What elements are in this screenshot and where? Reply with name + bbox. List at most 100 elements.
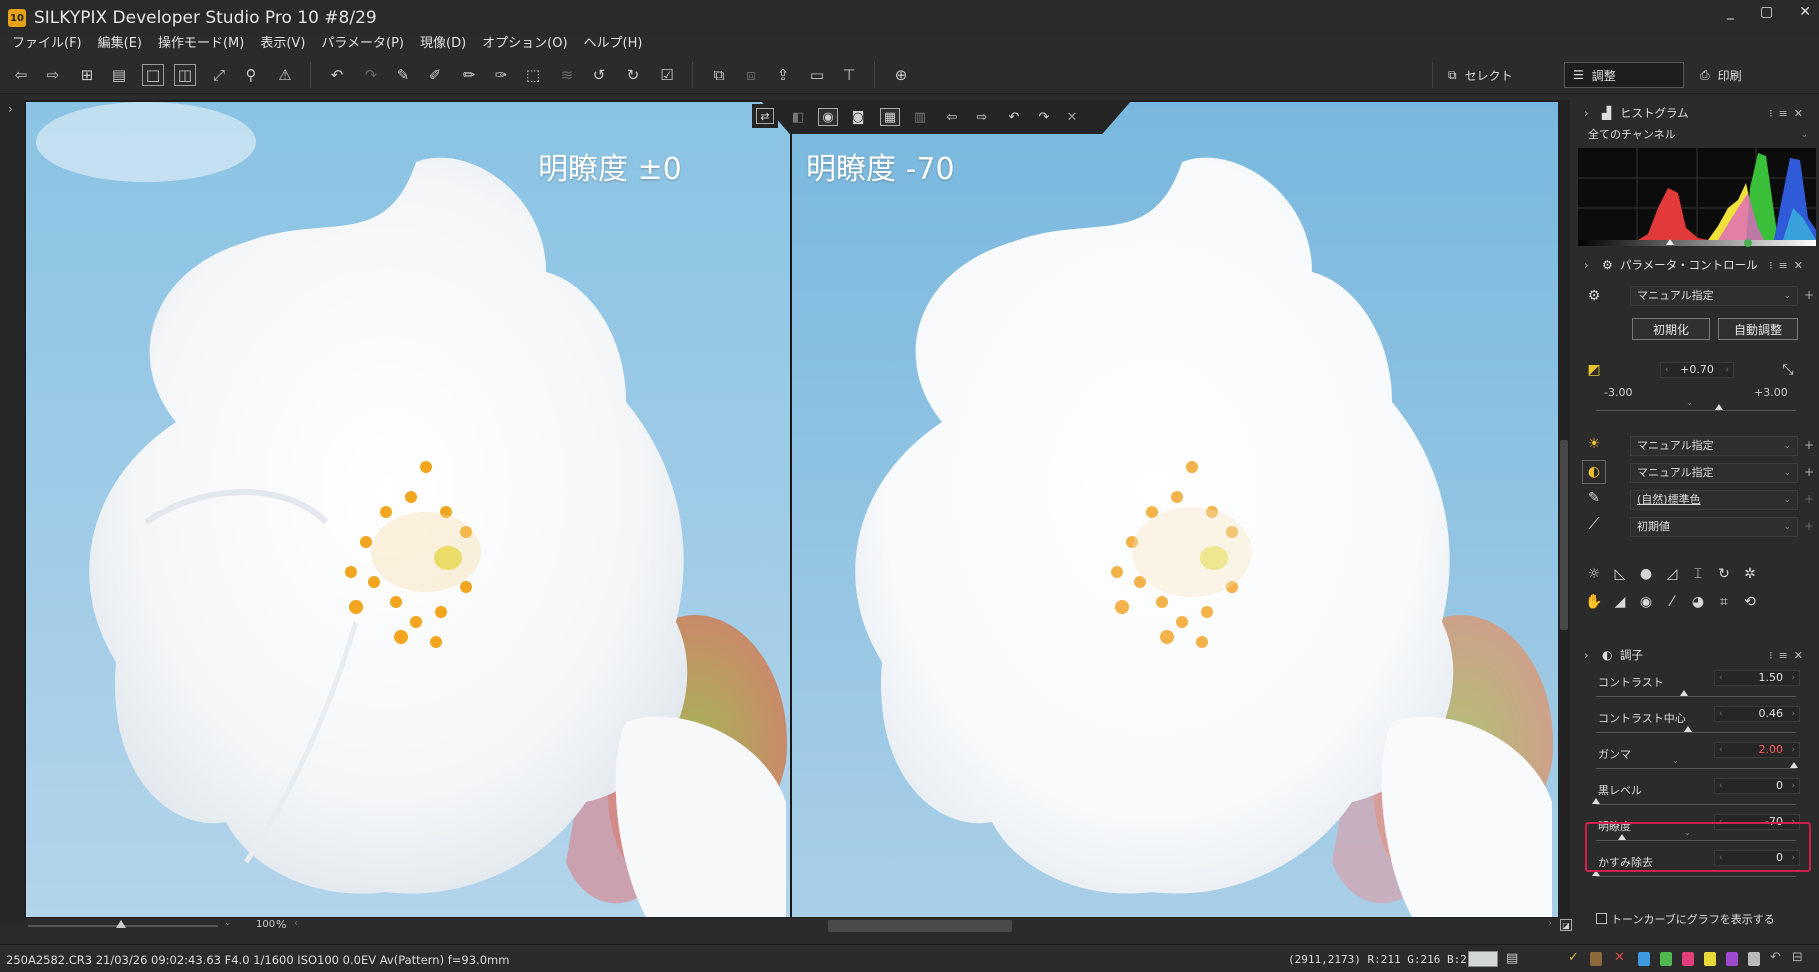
minimize-button[interactable]: _ bbox=[1727, 4, 1734, 20]
close-window-button[interactable]: ✕ bbox=[1799, 4, 1811, 20]
mark-icon[interactable]: ☑ bbox=[656, 64, 678, 86]
copy-params-icon[interactable]: ✎ bbox=[392, 64, 414, 86]
crop-tool-icon[interactable]: ⌗ bbox=[1714, 592, 1734, 612]
tone-panel-header[interactable]: › ◐ 調子 ⁝≡✕ bbox=[1574, 644, 1819, 666]
exposure-slider-track[interactable] bbox=[1596, 410, 1796, 411]
tone-param-slider-track[interactable] bbox=[1596, 732, 1796, 733]
paste-all-icon[interactable]: ✑ bbox=[490, 64, 512, 86]
histogram-channel-select[interactable]: 全てのチャンネル ⌄ bbox=[1582, 126, 1814, 146]
horizontal-scroll-thumb[interactable] bbox=[828, 920, 1012, 932]
lens-tool-icon[interactable]: ⟲ bbox=[1740, 592, 1760, 612]
print-mode-button[interactable]: ⎙ 印刷 bbox=[1692, 62, 1802, 88]
tool-icon[interactable]: ⊤ bbox=[838, 64, 860, 86]
loupe-icon[interactable]: ⊕ bbox=[890, 64, 912, 86]
histogram-panel-tools[interactable]: ⁝≡✕ bbox=[1769, 107, 1809, 120]
reset-button[interactable]: 初期化 bbox=[1632, 318, 1710, 340]
brush-tool-icon[interactable]: ⁄ bbox=[1662, 592, 1682, 612]
preset-gear-icon[interactable]: ⚙ bbox=[1584, 286, 1604, 306]
adjust-mode-button[interactable]: ☰ 調整 bbox=[1564, 62, 1684, 88]
param-control-collapse-icon[interactable]: › bbox=[1584, 258, 1596, 272]
paste-selected-icon[interactable]: ✏ bbox=[458, 64, 480, 86]
decrease-icon[interactable]: ‹ bbox=[1719, 707, 1723, 721]
white-balance-icon[interactable]: ☀ bbox=[1584, 434, 1604, 454]
tone-curve-tool-icon[interactable]: ◺ bbox=[1610, 564, 1630, 584]
param-control-header[interactable]: › ⚙ パラメータ・コントロール ⁝≡✕ bbox=[1574, 254, 1819, 276]
zoom-icon[interactable]: ⚲ bbox=[240, 64, 262, 86]
viewer-prev-icon[interactable]: ⇦ bbox=[942, 108, 962, 126]
grey-tag-icon[interactable] bbox=[1748, 952, 1760, 966]
nav-view-icon[interactable]: ◙ bbox=[848, 108, 868, 126]
warning-icon[interactable]: ⚠ bbox=[274, 64, 296, 86]
develop-all-icon[interactable]: ⧈ bbox=[740, 64, 762, 86]
histogram-header[interactable]: › ▟ ヒストグラム ⁝≡✕ bbox=[1574, 102, 1819, 124]
left-preview-pane[interactable]: 明瞭度 ±0 bbox=[26, 102, 790, 917]
sharpness-icon[interactable]: ⟋ bbox=[1584, 514, 1604, 534]
exposure-slider-thumb[interactable] bbox=[1715, 404, 1724, 410]
menu-parameter[interactable]: パラメータ(P) bbox=[321, 32, 404, 54]
exposure-tool-icon[interactable]: ☼ bbox=[1584, 564, 1604, 584]
zoom-menu-icon[interactable]: ⌄ bbox=[224, 918, 232, 928]
gradient-tool-icon[interactable]: ◢ bbox=[1610, 592, 1630, 612]
blue-tag-icon[interactable] bbox=[1638, 952, 1650, 966]
prev-image-icon[interactable]: ⇦ bbox=[10, 64, 32, 86]
auto-adjust-button[interactable]: 自動調整 bbox=[1718, 318, 1798, 340]
noise-tool-icon[interactable]: ✲ bbox=[1740, 564, 1760, 584]
menu-mode[interactable]: 操作モード(M) bbox=[158, 32, 244, 54]
wb-add-icon[interactable]: + bbox=[1804, 438, 1814, 452]
histogram-collapse-icon[interactable]: › bbox=[1584, 106, 1596, 120]
viewer-close-icon[interactable]: ✕ bbox=[1062, 108, 1082, 126]
tone-param-slider-thumb[interactable] bbox=[1592, 798, 1600, 804]
increase-icon[interactable]: › bbox=[1791, 743, 1795, 757]
green-tag-icon[interactable] bbox=[1660, 952, 1672, 966]
folder-icon[interactable] bbox=[1590, 952, 1602, 966]
paste-params-icon[interactable]: ✐ bbox=[424, 64, 446, 86]
tone-add-icon[interactable]: + bbox=[1804, 465, 1814, 479]
filmstrip-view-icon[interactable]: ▤ bbox=[108, 64, 130, 86]
rotate-right-icon[interactable]: ↻ bbox=[622, 64, 644, 86]
spot-tool-icon[interactable]: ◕ bbox=[1688, 592, 1708, 612]
compare-view-icon[interactable]: ◫ bbox=[174, 64, 196, 86]
eye-tool-icon[interactable]: ◉ bbox=[1636, 592, 1656, 612]
develop-icon[interactable]: ⧉ bbox=[708, 64, 730, 86]
increase-icon[interactable]: › bbox=[1791, 779, 1795, 793]
tone-param-slider-track[interactable] bbox=[1596, 804, 1796, 805]
retouch-tool-icon[interactable]: ✋ bbox=[1584, 592, 1604, 612]
undo-icon[interactable]: ↶ bbox=[326, 64, 348, 86]
menu-file[interactable]: ファイル(F) bbox=[12, 32, 82, 54]
increase-icon[interactable]: › bbox=[1791, 707, 1795, 721]
reject-icon[interactable]: ✕ bbox=[1614, 950, 1625, 965]
scroll-left-icon[interactable]: ‹ bbox=[294, 918, 298, 929]
preset-add-icon[interactable]: + bbox=[1804, 288, 1814, 302]
level-tool-icon[interactable]: ◿ bbox=[1662, 564, 1682, 584]
tone-panel-tools[interactable]: ⁝≡✕ bbox=[1769, 649, 1809, 662]
zoom-slider-thumb[interactable] bbox=[116, 920, 126, 928]
menu-develop[interactable]: 現像(D) bbox=[420, 32, 466, 54]
sync-left-icon[interactable]: ◧ bbox=[788, 108, 808, 126]
viewer-next-icon[interactable]: ⇨ bbox=[972, 108, 992, 126]
menu-edit[interactable]: 編集(E) bbox=[98, 32, 142, 54]
exposure-expand-icon[interactable]: ⤡ bbox=[1778, 360, 1798, 380]
tone-param-slider-track[interactable] bbox=[1596, 696, 1796, 697]
color-add-icon[interactable]: + bbox=[1804, 492, 1814, 506]
pink-tag-icon[interactable] bbox=[1682, 952, 1694, 966]
export-icon[interactable]: ⇪ bbox=[772, 64, 794, 86]
sync-compare-button[interactable]: ⇄ bbox=[752, 104, 778, 128]
tone-param-value-box[interactable]: ‹ 0 › bbox=[1714, 778, 1800, 794]
viewer-redo-icon[interactable]: ↷ bbox=[1034, 108, 1054, 126]
rotate-left-icon[interactable]: ↺ bbox=[588, 64, 610, 86]
viewer-undo-icon[interactable]: ↶ bbox=[1004, 108, 1024, 126]
select-mode-button[interactable]: ⧉ セレクト bbox=[1440, 62, 1550, 88]
crop-icon[interactable]: ⬚ bbox=[522, 64, 544, 86]
tone-param-slider-thumb[interactable] bbox=[1684, 726, 1692, 732]
single-view-icon[interactable]: □ bbox=[142, 64, 164, 86]
tone-curve-checkbox[interactable] bbox=[1596, 913, 1607, 924]
decrease-icon[interactable]: ‹ bbox=[1719, 671, 1723, 685]
undo-status-icon[interactable]: ↶ bbox=[1770, 950, 1781, 965]
wb-select[interactable]: マニュアル指定 ⌄ bbox=[1630, 436, 1798, 456]
expand-left-panel-icon[interactable]: › bbox=[8, 102, 13, 116]
split-view-icon[interactable]: ▦ bbox=[880, 108, 900, 126]
sharpness-select[interactable]: 初期値 ⌄ bbox=[1630, 517, 1798, 537]
sharpness-add-icon[interactable]: + bbox=[1804, 519, 1814, 533]
tone-param-slider-thumb[interactable] bbox=[1790, 762, 1798, 768]
frame-tool-icon[interactable]: ⌶ bbox=[1688, 564, 1708, 584]
